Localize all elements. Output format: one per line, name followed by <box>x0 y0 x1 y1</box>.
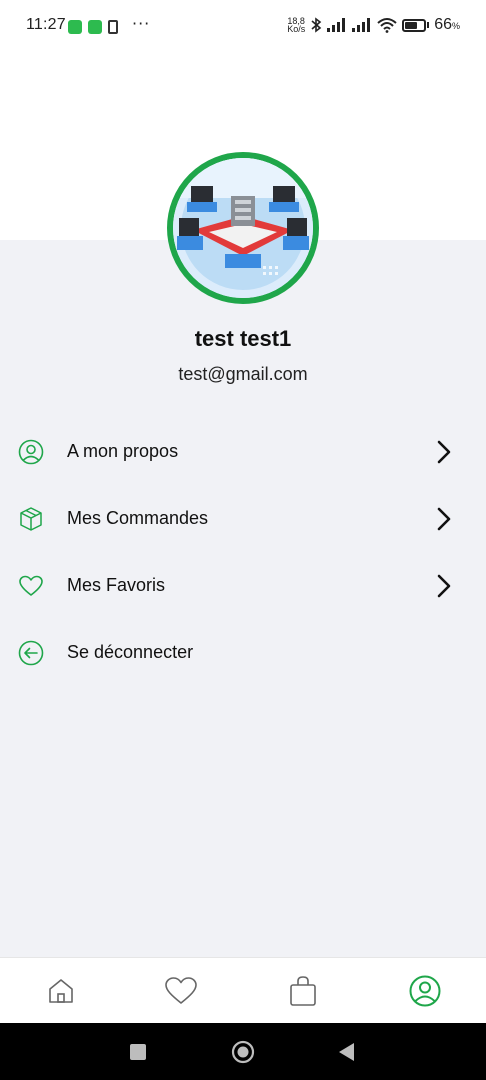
chevron-right-icon <box>437 440 451 463</box>
menu-item-label: Mes Favoris <box>67 575 166 595</box>
user-circle-icon <box>18 439 44 464</box>
network-illustration <box>173 158 313 298</box>
package-icon <box>20 506 42 531</box>
profile-email: test@gmail.com <box>178 364 308 384</box>
chevron-right-icon <box>437 574 451 597</box>
bottom-nav <box>0 957 486 1023</box>
signal-icon-2 <box>352 18 371 32</box>
menu-item-logout[interactable]: Se déconnecter <box>0 619 486 686</box>
nav-favorites-button[interactable] <box>164 974 198 1008</box>
menu-item-orders[interactable]: Mes Commandes <box>0 485 486 552</box>
logout-icon <box>18 640 44 665</box>
heart-icon <box>165 976 197 1004</box>
system-navigation-bar <box>0 1023 486 1080</box>
bluetooth-icon <box>311 17 322 33</box>
nav-profile-button[interactable] <box>408 974 442 1008</box>
heart-icon <box>19 575 43 596</box>
notification-icons: ··· <box>68 14 151 36</box>
chevron-right-icon <box>437 507 451 530</box>
avatar[interactable] <box>167 152 319 304</box>
shopping-bag-icon <box>290 975 316 1006</box>
status-bar: 11:27 ··· 18,8 Ko/s 66% <box>0 0 486 52</box>
profile-name: test test1 <box>194 326 292 351</box>
menu-item-label: Mes Commandes <box>67 508 209 528</box>
status-indicators: 18,8 Ko/s 66% <box>287 16 460 34</box>
profile-menu: A mon propos Mes Commandes Mes Favoris S… <box>0 418 486 686</box>
more-notifications-icon: ··· <box>132 14 151 33</box>
status-time: 11:27 <box>26 16 66 33</box>
whatsapp-notification-icon <box>88 19 102 34</box>
battery-percent: 66% <box>434 16 460 33</box>
back-system-icon[interactable] <box>339 1042 355 1061</box>
menu-item-favorites[interactable]: Mes Favoris <box>0 552 486 619</box>
menu-item-label: A mon propos <box>67 441 179 461</box>
home-icon <box>49 978 73 1003</box>
home-system-icon[interactable] <box>231 1040 255 1064</box>
network-speed-unit: Ko/s <box>287 24 306 34</box>
nav-home-button[interactable] <box>44 974 78 1008</box>
profile-icon <box>409 975 441 1006</box>
app-notification-icon <box>108 19 118 34</box>
network-speed: 18,8 Ko/s <box>287 17 306 34</box>
menu-item-label: Se déconnecter <box>67 642 194 662</box>
recent-apps-icon[interactable] <box>130 1043 146 1060</box>
nav-cart-button[interactable] <box>286 974 320 1008</box>
wifi-icon <box>377 18 397 33</box>
signal-icon-1 <box>327 18 346 32</box>
battery-icon <box>402 18 427 32</box>
menu-item-about[interactable]: A mon propos <box>0 418 486 485</box>
message-notification-icon <box>68 19 82 34</box>
